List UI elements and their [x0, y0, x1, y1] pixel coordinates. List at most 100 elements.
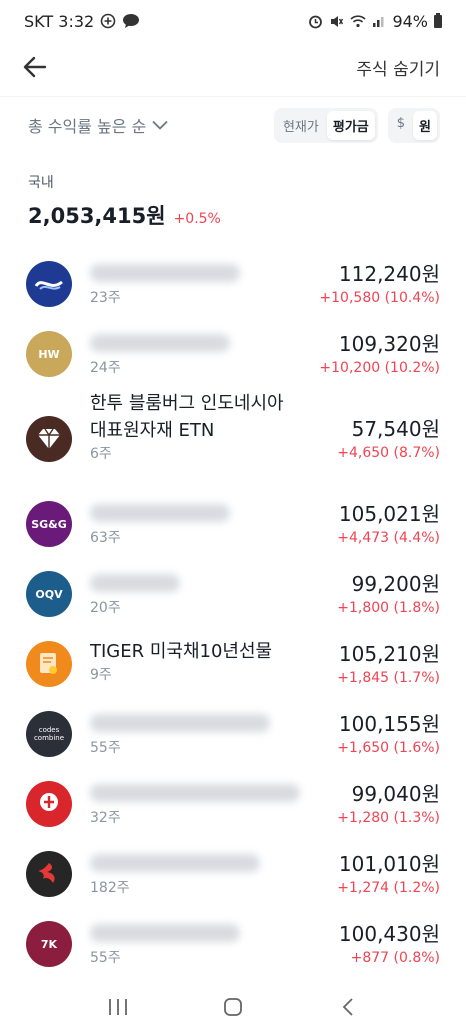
system-nav-bar [0, 978, 466, 1036]
stock-value: 112,240원 [338, 262, 440, 286]
summary-label: 국내 [28, 175, 54, 191]
signal-icon [373, 17, 384, 27]
stock-name-col: 32주 [90, 778, 300, 828]
stock-name-redacted [90, 924, 240, 942]
stock-quantity: 23주 [90, 290, 121, 306]
stock-value-col: 57,540원 +4,650 (8.7%) [337, 415, 440, 463]
stock-name-col: 20주 [90, 568, 180, 618]
wifi-icon [350, 15, 366, 28]
status-bar: SKT 3:32 94% [0, 0, 466, 42]
price-toggle: 현재가 평가금 [273, 107, 378, 143]
stock-row[interactable]: 7K 55주 100,430원 +877 (0.8%) [0, 910, 466, 980]
stock-value-col: 105,210원 +1,845 (1.7%) [337, 640, 440, 688]
stock-row[interactable]: 23주 112,240원 +10,580 (10.4%) [0, 250, 466, 320]
hw-logo: HW [26, 331, 72, 377]
plus-circle-icon [100, 13, 116, 29]
stock-value: 105,210원 [338, 642, 440, 666]
stock-row[interactable]: 32주 99,040원 +1,280 (1.3%) [0, 770, 466, 840]
certificate-logo [26, 641, 72, 687]
stock-value-col: 112,240원 +10,580 (10.4%) [319, 260, 440, 308]
swirl-logo [26, 851, 72, 897]
stock-name-redacted [90, 574, 180, 592]
sgg-logo: SG&G [26, 501, 72, 547]
7k-logo: 7K [26, 921, 72, 967]
toggle-valuation[interactable]: 평가금 [326, 110, 375, 140]
status-left: SKT 3:32 [24, 12, 140, 31]
stock-row[interactable]: HW 24주 109,320원 +10,200 (10.2%) [0, 320, 466, 390]
wave-logo [26, 261, 72, 307]
stock-name-redacted [90, 784, 300, 802]
stock-row[interactable]: codes combine 55주 100,155원 +1,650 (1.6%) [0, 700, 466, 770]
stock-row[interactable]: TIGER 미국채10년선물 9주 105,210원 +1,845 (1.7%) [0, 630, 466, 700]
back-button[interactable] [20, 52, 50, 82]
stock-quantity: 32주 [90, 810, 121, 826]
carrier-time: SKT 3:32 [24, 11, 95, 31]
app-bar: 주식 숨기기 [0, 42, 466, 92]
stock-value: 101,010원 [338, 852, 440, 876]
summary-total: 2,053,415원 [28, 204, 166, 228]
toggle-usd[interactable]: $ [391, 111, 411, 140]
sort-label: 총 수익률 높은 순 [28, 117, 147, 136]
stock-value-col: 100,430원 +877 (0.8%) [339, 920, 440, 968]
stock-value-col: 99,200원 +1,800 (1.8%) [337, 570, 440, 618]
stock-quantity: 55주 [90, 950, 121, 966]
toggles: 현재가 평가금 $ 원 [273, 107, 440, 143]
status-right: 94% [308, 12, 442, 31]
battery-icon [434, 12, 442, 28]
red-badge-logo [26, 781, 72, 827]
stock-value: 109,320원 [338, 332, 440, 356]
stock-row[interactable]: SG&G 63주 105,021원 +4,473 (4.4%) [0, 490, 466, 560]
summary-change: +0.5% [173, 211, 221, 227]
stock-quantity: 55주 [90, 740, 121, 756]
stock-value-col: 100,155원 +1,650 (1.6%) [337, 710, 440, 758]
stock-quantity: 20주 [90, 600, 121, 616]
stock-value-col: 99,040원 +1,280 (1.3%) [337, 780, 440, 828]
stock-quantity: 63주 [90, 530, 121, 546]
toggle-current-price[interactable]: 현재가 [277, 111, 325, 140]
stock-value: 105,021원 [338, 502, 440, 526]
stock-gain: +1,845 (1.7%) [337, 670, 440, 686]
stock-gain: +4,650 (8.7%) [337, 445, 440, 461]
stock-gain: +10,580 (10.4%) [319, 290, 440, 306]
home-icon [224, 998, 242, 1016]
hide-stocks-button[interactable]: 주식 숨기기 [356, 55, 440, 80]
stock-quantity: 182주 [90, 880, 130, 896]
stock-name-col: 63주 [90, 498, 230, 548]
stock-value-col: 101,010원 +1,274 (1.2%) [337, 850, 440, 898]
stock-name-col: 24주 [90, 328, 230, 378]
header-divider [0, 96, 466, 97]
stock-name-line2: 대표원자재 ETN [90, 420, 215, 441]
stock-gain: +1,280 (1.3%) [337, 810, 440, 826]
recent-apps-icon [108, 999, 127, 1015]
stock-gain: +1,274 (1.2%) [337, 880, 440, 896]
stock-row[interactable]: 182주 101,010원 +1,274 (1.2%) [0, 840, 466, 910]
recent-apps-button[interactable] [98, 987, 138, 1027]
sort-dropdown[interactable]: 총 수익률 높은 순 [28, 113, 168, 137]
home-button[interactable] [213, 987, 253, 1027]
stock-gain: +4,473 (4.4%) [337, 530, 440, 546]
chat-bubble-icon [123, 14, 140, 28]
stock-value: 99,200원 [351, 572, 440, 596]
chevron-down-icon [152, 120, 168, 130]
stock-value: 100,155원 [338, 712, 440, 736]
stock-row[interactable]: 한투 블룸버그 인도네시아 대표원자재 ETN 6주 57,540원 +4,650 (8… [0, 390, 466, 490]
arrow-left-icon [23, 56, 47, 78]
system-back-button[interactable] [328, 987, 368, 1027]
summary-row: 2,053,415원 +0.5% [28, 200, 221, 230]
toggle-krw[interactable]: 원 [413, 110, 437, 140]
domestic-summary: 국내 2,053,415원 +0.5% [28, 172, 221, 230]
stock-name-redacted [90, 334, 230, 352]
mute-icon [331, 15, 344, 27]
stock-row[interactable]: OQV 20주 99,200원 +1,800 (1.8%) [0, 560, 466, 630]
stock-name: 한투 블룸버그 인도네시아 [90, 393, 284, 414]
stock-name-col: 55주 [90, 918, 240, 968]
battery-percent: 94% [392, 11, 428, 31]
stock-value: 100,430원 [338, 922, 440, 946]
stock-name-col: 23주 [90, 258, 240, 308]
stock-quantity: 24주 [90, 360, 121, 376]
stock-value: 57,540원 [351, 417, 440, 441]
stock-name-col: TIGER 미국채10년선물 9주 [90, 638, 272, 685]
stock-value-col: 109,320원 +10,200 (10.2%) [319, 330, 440, 378]
stock-name-redacted [90, 854, 260, 872]
stock-name-col: 182주 [90, 848, 260, 898]
